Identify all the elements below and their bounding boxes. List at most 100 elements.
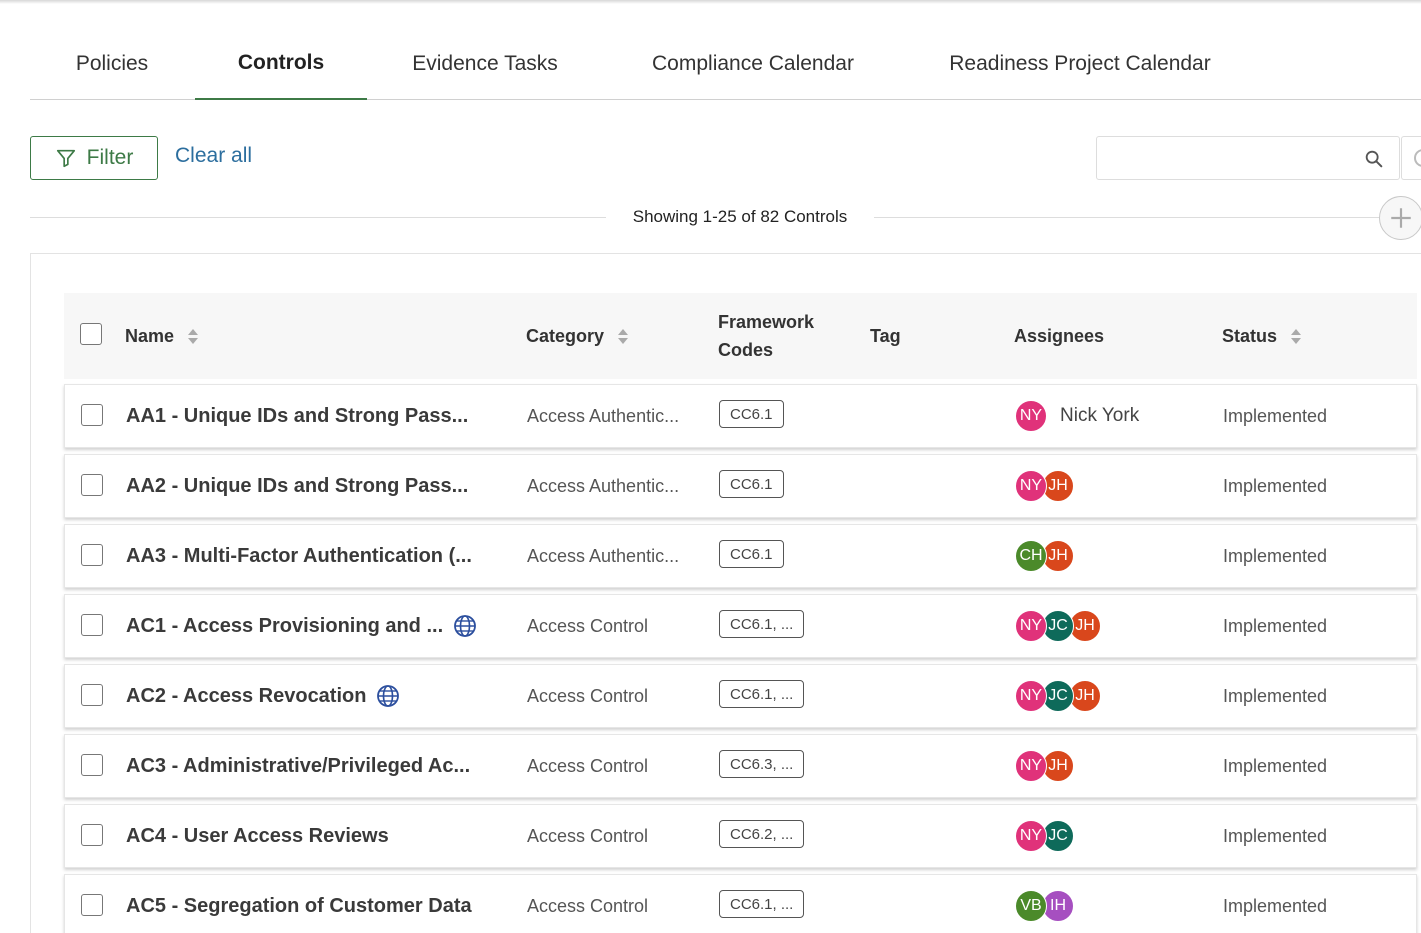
assignees-cell[interactable]: NY JC: [1015, 820, 1074, 852]
control-name: AA2 - Unique IDs and Strong Pass...: [126, 474, 469, 497]
control-name: AC3 - Administrative/Privileged Ac...: [126, 754, 471, 777]
avatar[interactable]: NY: [1015, 470, 1047, 502]
control-name: AC4 - User Access Reviews: [126, 824, 389, 847]
divider: [874, 217, 1379, 218]
category-cell: Access Authentic...: [527, 475, 680, 496]
control-name-cell[interactable]: AC1 - Access Provisioning and ...: [126, 595, 477, 657]
column-header-status[interactable]: Status: [1222, 293, 1302, 379]
control-name-cell[interactable]: AA1 - Unique IDs and Strong Pass...: [126, 385, 468, 447]
control-name: AA1 - Unique IDs and Strong Pass...: [126, 404, 469, 427]
category-cell: Access Control: [527, 615, 649, 636]
search-icon: [1414, 149, 1421, 167]
column-header-name[interactable]: Name: [125, 293, 199, 379]
control-name: AC2 - Access Revocation: [126, 684, 367, 707]
avatar[interactable]: CH: [1015, 540, 1047, 572]
avatar[interactable]: NY: [1015, 820, 1047, 852]
table-row[interactable]: AA1 - Unique IDs and Strong Pass... Acces…: [64, 384, 1417, 448]
tab-evidence-tasks[interactable]: Evidence Tasks: [367, 28, 603, 100]
row-checkbox[interactable]: [81, 544, 103, 566]
table-row[interactable]: AC5 - Segregation of Customer Data Access…: [64, 874, 1417, 933]
column-header-framework-codes: Framework Codes: [718, 312, 815, 360]
row-checkbox[interactable]: [81, 754, 103, 776]
column-header-tag: Tag: [870, 326, 901, 346]
clear-all-link[interactable]: Clear all: [175, 144, 252, 168]
table-row[interactable]: AA3 - Multi-Factor Authentication (... Ac…: [64, 524, 1417, 588]
framework-code-badge[interactable]: CC6.1, ...: [719, 890, 805, 918]
control-name: AA3 - Multi-Factor Authentication (...: [126, 544, 472, 567]
category-cell: Access Control: [527, 755, 649, 776]
control-name: AC1 - Access Provisioning and ...: [126, 614, 444, 637]
sort-icon[interactable]: [618, 328, 629, 344]
column-header-category[interactable]: Category: [526, 293, 629, 379]
tab-compliance-calendar[interactable]: Compliance Calendar: [603, 28, 903, 100]
control-name-cell[interactable]: AA2 - Unique IDs and Strong Pass...: [126, 455, 468, 517]
secondary-search-button[interactable]: [1401, 136, 1421, 180]
row-checkbox[interactable]: [81, 894, 103, 916]
framework-code-badge[interactable]: CC6.1: [719, 400, 784, 428]
row-checkbox[interactable]: [81, 824, 103, 846]
table-row[interactable]: AC4 - User Access Reviews Access Control C…: [64, 804, 1417, 868]
assignees-cell[interactable]: NY JH: [1015, 750, 1074, 782]
tab-readiness-project-calendar[interactable]: Readiness Project Calendar: [903, 28, 1257, 100]
row-checkbox[interactable]: [81, 684, 103, 706]
assignees-cell[interactable]: CH JH: [1015, 540, 1074, 572]
select-all-checkbox[interactable]: [80, 323, 102, 345]
table-row[interactable]: AA2 - Unique IDs and Strong Pass... Acces…: [64, 454, 1417, 518]
filter-button[interactable]: Filter: [30, 136, 158, 180]
framework-code-badge[interactable]: CC6.2, ...: [719, 820, 805, 848]
status-cell: Implemented: [1223, 475, 1328, 496]
control-name-cell[interactable]: AA3 - Multi-Factor Authentication (...: [126, 525, 472, 587]
plus-icon: [1391, 208, 1411, 228]
control-name: AC5 - Segregation of Customer Data: [126, 894, 472, 917]
framework-code-badge[interactable]: CC6.1: [719, 470, 784, 498]
search-input[interactable]: [1096, 136, 1400, 180]
table-row[interactable]: AC1 - Access Provisioning and ... Access …: [64, 594, 1417, 658]
table-row[interactable]: AC3 - Administrative/Privileged Ac... Acc…: [64, 734, 1417, 798]
tab-policies[interactable]: Policies: [30, 28, 194, 100]
top-shadow: [0, 0, 1421, 4]
filter-button-label: Filter: [86, 146, 134, 169]
filter-icon: [56, 149, 75, 168]
control-name-cell[interactable]: AC2 - Access Revocation: [126, 665, 400, 727]
globe-icon: [376, 684, 400, 708]
row-checkbox[interactable]: [81, 404, 103, 426]
control-name-cell[interactable]: AC5 - Segregation of Customer Data: [126, 875, 472, 933]
category-cell: Access Authentic...: [527, 405, 680, 426]
results-count: Showing 1-25 of 82 Controls: [632, 207, 848, 226]
assignees-cell[interactable]: NY Nick York: [1015, 400, 1139, 432]
framework-code-badge[interactable]: CC6.1, ...: [719, 680, 805, 708]
add-control-button[interactable]: [1379, 196, 1421, 240]
status-cell: Implemented: [1223, 405, 1328, 426]
avatar[interactable]: NY: [1015, 610, 1047, 642]
column-header-assignees: Assignees: [1014, 326, 1105, 346]
search-icon[interactable]: [1363, 148, 1385, 170]
category-cell: Access Control: [527, 685, 649, 706]
assignees-cell[interactable]: NY JC JH: [1015, 610, 1101, 642]
status-cell: Implemented: [1223, 685, 1328, 706]
control-name-cell[interactable]: AC3 - Administrative/Privileged Ac...: [126, 735, 470, 797]
avatar[interactable]: NY: [1015, 400, 1047, 432]
framework-code-badge[interactable]: CC6.3, ...: [719, 750, 805, 778]
assignees-cell[interactable]: NY JH: [1015, 470, 1074, 502]
sort-icon[interactable]: [1291, 328, 1302, 344]
category-cell: Access Control: [527, 895, 649, 916]
divider: [30, 217, 606, 218]
sort-icon[interactable]: [188, 328, 199, 344]
assignees-cell[interactable]: VB IH: [1015, 890, 1074, 922]
row-checkbox[interactable]: [81, 614, 103, 636]
control-name-cell[interactable]: AC4 - User Access Reviews: [126, 805, 389, 867]
framework-code-badge[interactable]: CC6.1: [719, 540, 784, 568]
status-cell: Implemented: [1223, 895, 1328, 916]
avatar[interactable]: VB: [1015, 890, 1047, 922]
status-cell: Implemented: [1223, 825, 1328, 846]
table-row[interactable]: AC2 - Access Revocation Access Control CC6…: [64, 664, 1417, 728]
framework-code-badge[interactable]: CC6.1, ...: [719, 610, 805, 638]
tab-bar: Policies Controls Evidence Tasks Complia…: [30, 28, 1421, 100]
status-cell: Implemented: [1223, 755, 1328, 776]
status-cell: Implemented: [1223, 615, 1328, 636]
assignees-cell[interactable]: NY JC JH: [1015, 680, 1101, 712]
tab-controls[interactable]: Controls: [195, 28, 367, 100]
avatar[interactable]: NY: [1015, 750, 1047, 782]
avatar[interactable]: NY: [1015, 680, 1047, 712]
row-checkbox[interactable]: [81, 474, 103, 496]
